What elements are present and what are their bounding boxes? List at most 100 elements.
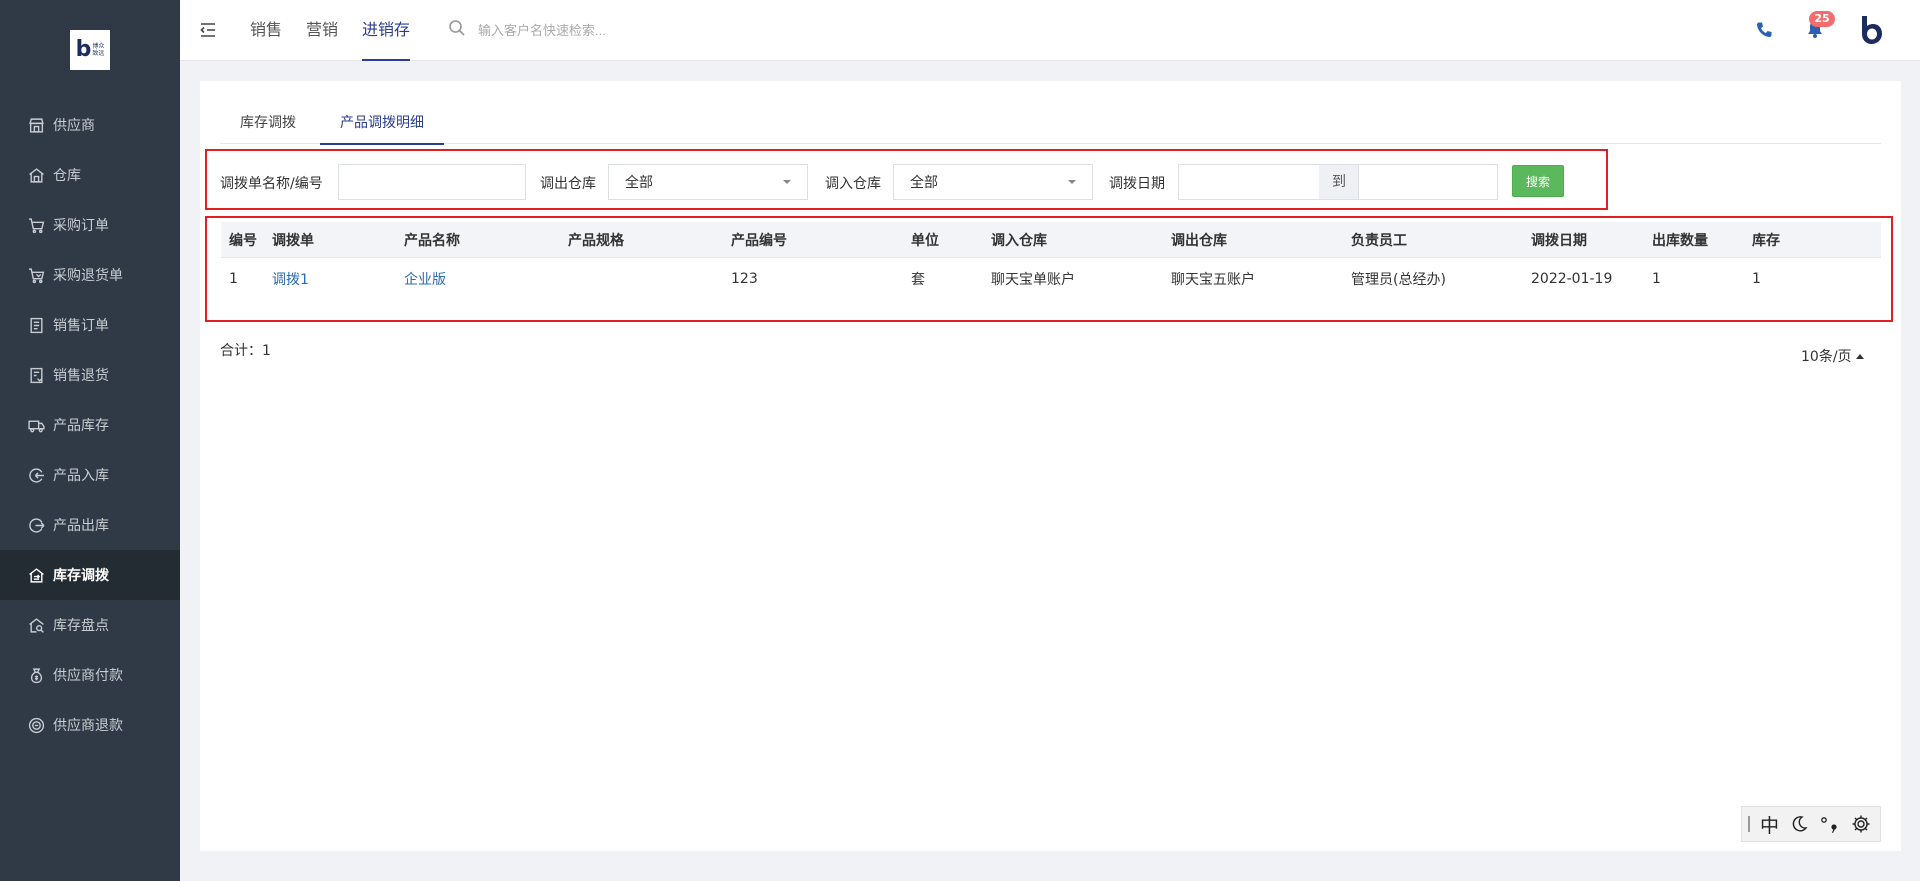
sidebar-item-stock-transfer[interactable]: 库存调拨	[0, 550, 180, 600]
sidebar-item-stock-check[interactable]: 库存盘点	[0, 600, 180, 650]
sidebar-item-label: 销售订单	[53, 318, 109, 334]
transfer-name-input[interactable]	[338, 164, 526, 200]
transfer-order-link[interactable]: 调拨1	[272, 259, 309, 299]
refund-icon	[28, 717, 45, 734]
out-warehouse: 聊天宝五账户	[1171, 272, 1255, 288]
outbound-icon	[28, 517, 45, 534]
caret-up-icon	[1855, 353, 1864, 359]
sidebar-item-sales-orders[interactable]: 销售订单	[0, 300, 180, 350]
chevron-down-icon	[783, 180, 791, 184]
top-nav: 销售 营销 进销存	[250, 0, 434, 61]
product-name-link[interactable]: 企业版	[404, 259, 446, 299]
customer-search	[448, 18, 748, 42]
transfer-house-icon	[28, 567, 45, 584]
in-warehouse-select[interactable]: 全部	[893, 164, 1093, 200]
column-header: 单位	[911, 232, 939, 249]
transfer-detail-table: 编号 调拨单 产品名称 产品规格 产品编号 单位 调入仓库 调出仓库 负责员工 …	[205, 216, 1893, 322]
sidebar-item-warehouse[interactable]: 仓库	[0, 150, 180, 200]
sidebar-item-label: 供应商付款	[53, 668, 123, 684]
ime-mode-toggle[interactable]: 中	[1760, 811, 1779, 838]
punctuation-icon[interactable]	[1819, 814, 1841, 834]
money-bag-icon	[28, 667, 45, 684]
date-to-input[interactable]	[1358, 164, 1498, 200]
table-row: 1 调拨1 企业版 123 套 聊天宝单账户 聊天宝五账户 管理员(总经办) 2…	[221, 259, 1881, 299]
column-header: 调出仓库	[1171, 232, 1227, 249]
sidebar-item-supplier-refund[interactable]: 供应商退款	[0, 700, 180, 750]
column-header: 编号	[229, 232, 257, 249]
in-warehouse: 聊天宝单账户	[991, 272, 1075, 288]
logo-line-1: 博众	[92, 43, 105, 50]
responsible-staff: 管理员(总经办)	[1351, 272, 1446, 288]
collapse-menu-icon[interactable]	[198, 20, 218, 40]
sidebar-item-label: 仓库	[53, 168, 81, 184]
brand-logo-icon[interactable]	[1856, 14, 1886, 46]
top-bar: 销售 营销 进销存 25	[180, 0, 1920, 61]
notification-badge: 25	[1809, 11, 1835, 27]
ime-toolbar: 中	[1741, 806, 1881, 842]
sidebar-item-suppliers[interactable]: 供应商	[0, 100, 180, 150]
tab-bar: 库存调拨 产品调拨明细	[220, 103, 1881, 145]
sidebar-item-sales-returns[interactable]: 销售退货	[0, 350, 180, 400]
column-header: 产品编号	[731, 232, 787, 249]
tab-product-transfer-detail[interactable]: 产品调拨明细	[320, 103, 444, 145]
out-warehouse-select[interactable]: 全部	[608, 164, 808, 200]
in-warehouse-value: 全部	[910, 175, 938, 191]
customer-search-input[interactable]	[478, 22, 718, 38]
column-header: 库存	[1752, 232, 1780, 249]
name-filter-label: 调拨单名称/编号	[220, 176, 323, 192]
sidebar-item-label: 产品出库	[53, 518, 109, 534]
logo-letter: b	[75, 37, 92, 62]
outbound-quantity: 1	[1652, 271, 1661, 287]
sidebar-item-product-outbound[interactable]: 产品出库	[0, 500, 180, 550]
sidebar-item-label: 采购退货单	[53, 268, 123, 284]
column-header: 调拨日期	[1531, 232, 1587, 249]
inventory-check-icon	[28, 617, 45, 634]
table-header: 编号 调拨单 产品名称 产品规格 产品编号 单位 调入仓库 调出仓库 负责员工 …	[221, 222, 1881, 258]
transfer-date: 2022-01-19	[1531, 271, 1613, 287]
drag-handle-icon[interactable]	[1748, 816, 1750, 832]
nav-sales[interactable]: 销售	[250, 0, 282, 61]
sidebar: b 博众 致远 供应商 仓库 采购订单 采购退货单 销售订单 销售退货 产品库存…	[0, 0, 180, 881]
column-header: 负责员工	[1351, 232, 1407, 249]
sidebar-item-purchase-returns[interactable]: 采购退货单	[0, 250, 180, 300]
warehouse-icon	[28, 167, 45, 184]
column-header: 调入仓库	[991, 232, 1047, 249]
phone-icon[interactable]	[1754, 20, 1774, 40]
sidebar-item-label: 供应商	[53, 118, 95, 134]
sidebar-item-label: 采购订单	[53, 218, 109, 234]
in-warehouse-label: 调入仓库	[825, 176, 881, 192]
tab-stock-transfer[interactable]: 库存调拨	[220, 103, 316, 144]
stock-quantity: 1	[1752, 271, 1761, 287]
page-size-select[interactable]: 10条/页	[1801, 346, 1864, 366]
sidebar-item-label: 产品库存	[53, 418, 109, 434]
truck-icon	[28, 417, 45, 434]
logo-line-2: 致远	[92, 50, 105, 57]
column-header: 调拨单	[272, 232, 314, 249]
row-number: 1	[229, 271, 238, 287]
nav-marketing[interactable]: 营销	[306, 0, 338, 61]
sidebar-item-supplier-payment[interactable]: 供应商付款	[0, 650, 180, 700]
sidebar-item-purchase-orders[interactable]: 采购订单	[0, 200, 180, 250]
main-card: 库存调拨 产品调拨明细 调拨单名称/编号 调出仓库 全部 调入仓库 全部 调拨日…	[200, 81, 1901, 851]
date-from-input[interactable]	[1178, 164, 1320, 200]
moon-icon[interactable]	[1789, 814, 1809, 834]
search-button[interactable]: 搜索	[1512, 165, 1564, 197]
sidebar-item-product-inbound[interactable]: 产品入库	[0, 450, 180, 500]
sidebar-item-label: 库存调拨	[53, 568, 109, 584]
gear-icon[interactable]	[1851, 814, 1871, 834]
store-icon	[28, 117, 45, 134]
sidebar-item-label: 库存盘点	[53, 618, 109, 634]
column-header: 产品名称	[404, 232, 460, 249]
sidebar-menu: 供应商 仓库 采购订单 采购退货单 销售订单 销售退货 产品库存 产品入库 产品…	[0, 100, 180, 750]
filter-panel: 调拨单名称/编号 调出仓库 全部 调入仓库 全部 调拨日期 到 搜索	[205, 149, 1608, 210]
company-logo[interactable]: b 博众 致远	[70, 30, 110, 70]
page-size-value: 10条/页	[1801, 349, 1852, 365]
document-return-icon	[28, 367, 45, 384]
inbound-icon	[28, 467, 45, 484]
nav-inventory[interactable]: 进销存	[362, 0, 411, 61]
date-range-separator: 到	[1319, 164, 1359, 200]
cart-icon	[28, 217, 45, 234]
sidebar-item-product-stock[interactable]: 产品库存	[0, 400, 180, 450]
product-code: 123	[731, 271, 758, 287]
search-icon	[448, 19, 478, 41]
